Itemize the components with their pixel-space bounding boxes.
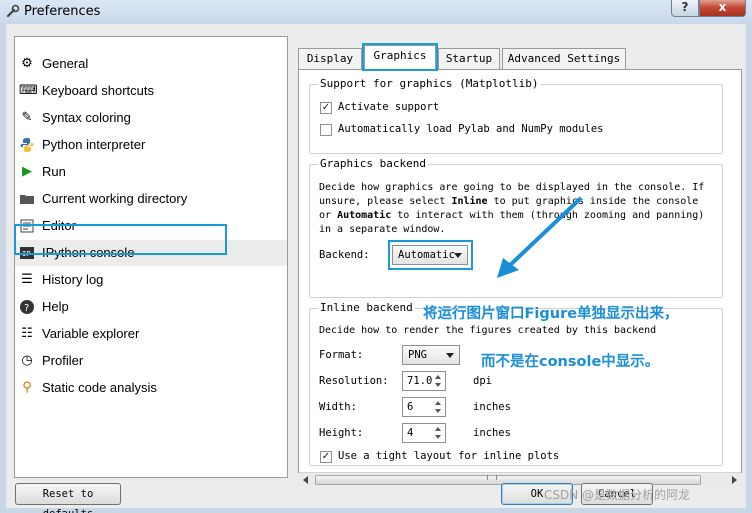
sidebar-item-label: Current working directory <box>42 191 188 206</box>
help-icon: ? <box>19 299 35 315</box>
scroll-grip-icon <box>487 475 497 480</box>
sidebar-item-variable-explorer[interactable]: ☷ Variable explorer <box>15 321 287 347</box>
highlight-box-backend <box>388 240 473 270</box>
sidebar-item-label: Profiler <box>42 353 84 368</box>
tight-layout-checkbox[interactable]: ✓ <box>320 451 332 463</box>
height-unit: inches <box>473 427 511 439</box>
brush-icon: ✎ <box>21 110 33 125</box>
chevron-down-icon <box>446 353 454 358</box>
title-bar: Preferences ? x <box>0 0 752 24</box>
help-button[interactable]: ? <box>671 0 699 17</box>
annotation-line-1: 将运行图片窗口Figure单独显示出来， <box>423 306 679 322</box>
sidebar-item-current-working-directory[interactable]: Current working directory <box>15 186 287 212</box>
spin-down-icon[interactable] <box>432 433 444 441</box>
keyboard-icon: ⌨ <box>19 83 38 98</box>
sidebar-item-label: Syntax coloring <box>42 110 131 125</box>
annotation-line-2: 而不是在console中显示。 <box>481 354 660 370</box>
close-button[interactable]: x <box>699 0 746 17</box>
autoload-pylab-label: Automatically load Pylab and NumPy modul… <box>338 123 604 135</box>
autoload-pylab-checkbox[interactable] <box>320 124 332 136</box>
svg-text:?: ? <box>24 303 29 314</box>
preferences-sidebar: ⚙ General ⌨ Keyboard shortcuts ✎ Syntax … <box>14 36 288 478</box>
support-group: Support for graphics (Matplotlib) ✓ Acti… <box>309 77 723 154</box>
highlight-box-graphics-tab <box>362 43 438 71</box>
tab-startup[interactable]: Startup <box>438 48 500 69</box>
settings-panel: Display Graphics Startup Advanced Settin… <box>292 36 742 486</box>
sidebar-item-label: Python interpreter <box>42 137 146 152</box>
python-icon <box>19 137 35 153</box>
backend-label: Backend: <box>319 249 370 261</box>
backend-group-title: Graphics backend <box>318 157 428 170</box>
support-group-title: Support for graphics (Matplotlib) <box>318 77 541 90</box>
activate-support-checkbox[interactable]: ✓ <box>320 102 332 114</box>
resolution-label: Resolution: <box>319 375 389 387</box>
scroll-right-icon[interactable] <box>732 476 737 484</box>
sidebar-item-label: Run <box>42 164 66 179</box>
sidebar-item-label: General <box>42 56 89 71</box>
sidebar-item-syntax-coloring[interactable]: ✎ Syntax coloring <box>15 105 287 131</box>
reset-to-defaults-button[interactable]: Reset to defaults <box>15 483 121 513</box>
inline-backend-group: Inline backend Decide how to render the … <box>309 301 723 466</box>
annotation-arrow-icon <box>497 196 583 278</box>
height-spinbox[interactable]: 4 <box>402 423 446 443</box>
width-spinbox[interactable]: 6 <box>402 397 446 417</box>
scroll-left-icon[interactable] <box>303 476 308 484</box>
spin-up-icon[interactable] <box>432 425 444 433</box>
graphics-tab-content: Support for graphics (Matplotlib) ✓ Acti… <box>298 69 742 473</box>
inline-group-title: Inline backend <box>318 301 415 314</box>
wrench-icon <box>6 4 20 18</box>
csdn-watermark: CSDN @是数据分析的阿龙 <box>544 488 691 502</box>
tab-advanced-settings[interactable]: Advanced Settings <box>502 48 626 69</box>
dialog-body: ⚙ General ⌨ Keyboard shortcuts ✎ Syntax … <box>6 24 746 513</box>
sidebar-item-help[interactable]: ? Help <box>15 294 287 320</box>
tight-layout-label: Use a tight layout for inline plots <box>338 450 560 462</box>
height-label: Height: <box>319 427 364 439</box>
sidebar-item-label: History log <box>42 272 104 287</box>
format-label: Format: <box>319 349 364 361</box>
sidebar-item-label: Static code analysis <box>42 380 157 395</box>
sidebar-item-keyboard-shortcuts[interactable]: ⌨ Keyboard shortcuts <box>15 78 287 104</box>
profiler-icon: ◷ <box>21 353 33 368</box>
spin-down-icon[interactable] <box>432 381 444 389</box>
gears-icon: ⚙ <box>21 56 33 71</box>
folder-icon <box>19 191 35 207</box>
spin-down-icon[interactable] <box>432 407 444 415</box>
sidebar-item-run[interactable]: ▶ Run <box>15 159 287 185</box>
width-unit: inches <box>473 401 511 413</box>
tab-display[interactable]: Display <box>298 48 362 69</box>
history-icon: ☰ <box>21 272 33 287</box>
sidebar-item-static-code-analysis[interactable]: ⚲ Static code analysis <box>15 375 287 401</box>
sidebar-item-general[interactable]: ⚙ General <box>15 51 287 77</box>
format-select[interactable]: PNG <box>402 345 460 365</box>
spin-up-icon[interactable] <box>432 399 444 407</box>
table-icon: ☷ <box>21 326 33 341</box>
sidebar-item-profiler[interactable]: ◷ Profiler <box>15 348 287 374</box>
activate-support-label: Activate support <box>338 101 440 113</box>
sidebar-item-python-interpreter[interactable]: Python interpreter <box>15 132 287 158</box>
spin-up-icon[interactable] <box>432 373 444 381</box>
width-label: Width: <box>319 401 357 413</box>
sidebar-item-label: Keyboard shortcuts <box>42 83 155 98</box>
resolution-unit: dpi <box>473 375 492 387</box>
search-icon: ⚲ <box>22 380 32 395</box>
sidebar-item-label: Variable explorer <box>42 326 140 341</box>
sidebar-item-history-log[interactable]: ☰ History log <box>15 267 287 293</box>
resolution-spinbox[interactable]: 71.0 <box>402 371 446 391</box>
run-icon: ▶ <box>22 164 32 179</box>
sidebar-item-label: Help <box>42 299 69 314</box>
window-title: Preferences <box>24 4 101 19</box>
inline-description: Decide how to render the figures created… <box>319 325 657 336</box>
highlight-box-ipython <box>14 224 227 255</box>
